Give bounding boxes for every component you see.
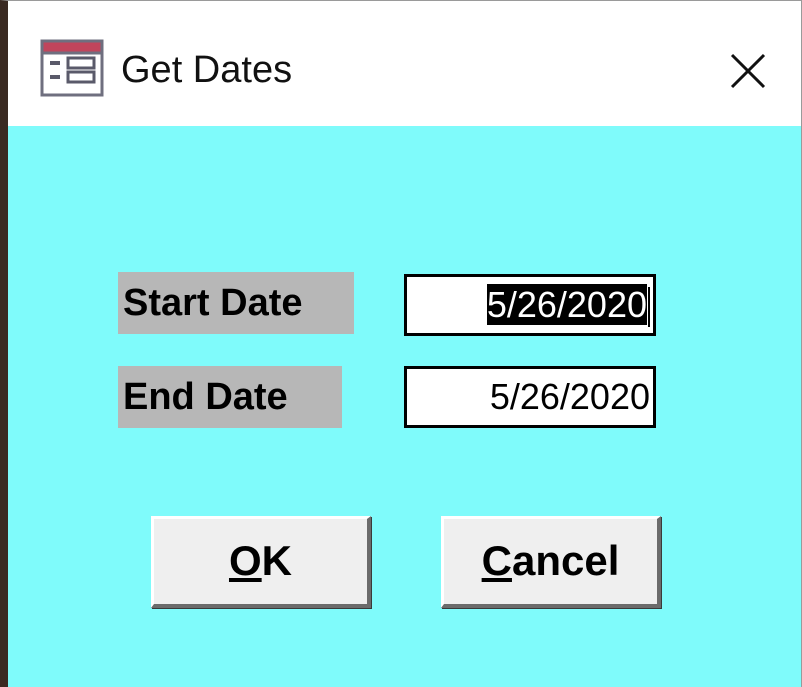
form-icon xyxy=(40,39,104,97)
end-date-label: End Date xyxy=(118,366,342,428)
end-date-value: 5/26/2020 xyxy=(489,376,650,417)
ok-label-rest: K xyxy=(261,537,292,584)
text-caret xyxy=(648,287,650,328)
cancel-label-rest: ancel xyxy=(511,537,620,584)
title-bar[interactable]: Get Dates xyxy=(8,1,801,126)
window-title: Get Dates xyxy=(121,49,293,91)
close-icon[interactable] xyxy=(728,51,768,91)
start-date-field[interactable]: 5/26/2020 xyxy=(404,274,656,336)
ok-accelerator: O xyxy=(228,537,262,584)
ok-button[interactable]: OK xyxy=(151,516,371,608)
start-date-label: Start Date xyxy=(118,272,354,334)
end-date-field[interactable]: 5/26/2020 xyxy=(404,366,656,428)
dialog-body: Start Date 5/26/2020 End Date 5/26/2020 … xyxy=(8,126,801,687)
cancel-button[interactable]: Cancel xyxy=(441,516,661,608)
get-dates-dialog: Get Dates Start Date 5/26/2020 End Date … xyxy=(0,0,802,687)
cancel-accelerator: C xyxy=(481,537,512,584)
start-date-value: 5/26/2020 xyxy=(486,284,647,325)
